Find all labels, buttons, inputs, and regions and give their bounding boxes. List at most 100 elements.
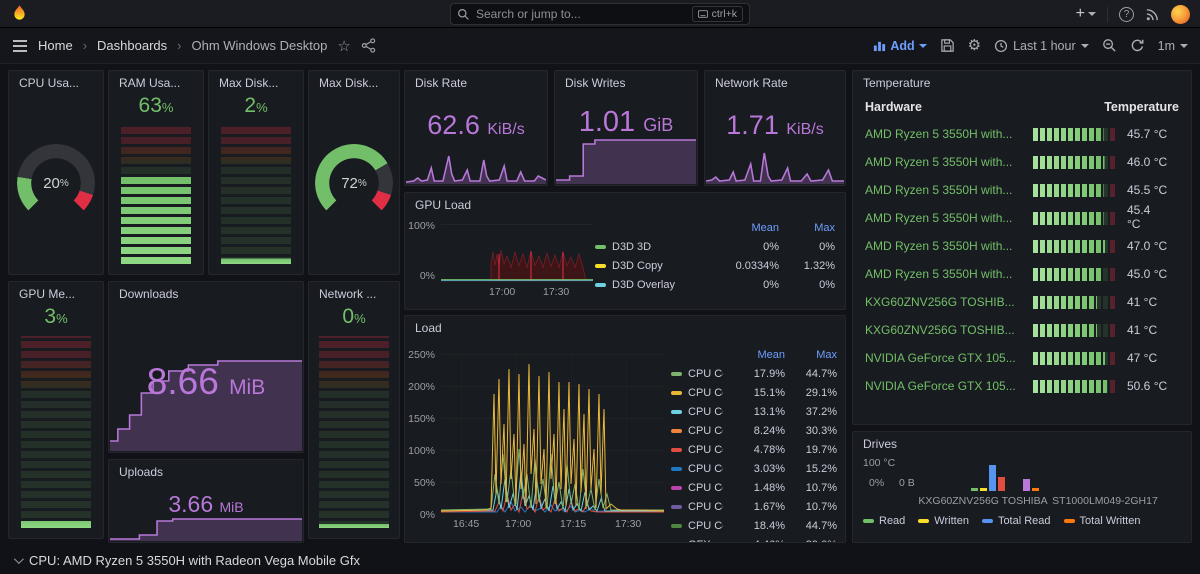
zoom-out-icon[interactable] xyxy=(1102,38,1117,53)
temp-value: 45.0 °C xyxy=(1125,267,1179,281)
panel-title[interactable]: GPU Me... xyxy=(9,282,103,303)
panel-title[interactable]: Uploads xyxy=(109,460,303,481)
hardware-link[interactable]: AMD Ryzen 5 3550H with... xyxy=(865,127,1025,141)
legend-max-header[interactable]: Max xyxy=(785,222,835,234)
panel-title[interactable]: Temperature xyxy=(853,71,1191,92)
grafana-logo-icon[interactable] xyxy=(10,4,29,23)
column-header-hardware[interactable]: Hardware xyxy=(865,100,922,114)
legend-max-header[interactable]: Max xyxy=(791,349,837,361)
series-color-marker xyxy=(863,519,874,523)
add-panel-button[interactable]: Add xyxy=(873,39,926,53)
legend-mean-header[interactable]: Mean xyxy=(729,349,785,361)
clock-icon xyxy=(994,39,1008,53)
panel-title[interactable]: Max Disk... xyxy=(309,71,399,92)
stat-value: 62.6 KiB/s xyxy=(405,110,547,141)
panel-title[interactable]: Disk Writes xyxy=(555,71,697,92)
hardware-link[interactable]: KXG60ZNV256G TOSHIB... xyxy=(865,323,1025,337)
new-menu-button[interactable]: + xyxy=(1076,6,1096,22)
series-color-marker xyxy=(671,410,682,414)
bar-gauge-value: 2% xyxy=(209,94,303,118)
chevron-down-icon xyxy=(1081,44,1089,48)
save-dashboard-icon[interactable] xyxy=(940,38,955,53)
series-name[interactable]: CPU Core Max xyxy=(688,520,723,532)
series-name[interactable]: GFX xyxy=(688,539,723,544)
refresh-interval-dropdown[interactable]: 1m xyxy=(1158,39,1188,53)
panel-gpu-memory: GPU Me... 3% xyxy=(8,281,104,539)
hardware-link[interactable]: KXG60ZNV256G TOSHIB... xyxy=(865,295,1025,309)
series-name: Total Read xyxy=(998,515,1051,527)
series-name[interactable]: D3D 3D xyxy=(612,241,695,253)
drives-chart[interactable]: 100 °C 0% 0 B KXG60ZNV256G TOSHIBA ST100… xyxy=(853,453,1191,542)
hardware-link[interactable]: NVIDIA GeForce GTX 105... xyxy=(865,379,1025,393)
gpu-memory-bar-gauge xyxy=(21,336,91,528)
series-name[interactable]: CPU Core #07 xyxy=(688,482,723,494)
legend-row: GFX 4.46% 29.0% xyxy=(671,535,837,543)
table-row: AMD Ryzen 5 3550H with... 45.5 °C xyxy=(853,176,1191,204)
panel-max-disk-used: Max Disk... 2% xyxy=(208,70,304,275)
series-name[interactable]: CPU Core #01 xyxy=(688,368,723,380)
max-disk-bar-gauge xyxy=(221,125,291,264)
top-bar: ctrl+k + ? xyxy=(0,0,1200,28)
series-mean: 13.1% xyxy=(729,406,785,418)
star-icon[interactable]: ☆ xyxy=(337,37,350,55)
time-range-picker[interactable]: Last 1 hour xyxy=(994,39,1089,53)
series-name[interactable]: D3D Overlay xyxy=(612,279,695,291)
dashboard-settings-icon[interactable]: ⚙ xyxy=(968,38,981,53)
legend-item[interactable]: Read xyxy=(863,515,905,527)
panel-title[interactable]: CPU Usa... xyxy=(9,71,103,92)
series-name[interactable]: CPU Core #04 xyxy=(688,425,723,437)
panel-title[interactable]: RAM Usa... xyxy=(109,71,203,92)
series-name: Read xyxy=(879,515,905,527)
news-icon[interactable] xyxy=(1145,7,1160,22)
panel-title[interactable]: Max Disk... xyxy=(209,71,303,92)
hardware-link[interactable]: AMD Ryzen 5 3550H with... xyxy=(865,183,1025,197)
series-name[interactable]: CPU Core #03 xyxy=(688,406,723,418)
y-axis-tick: 250% xyxy=(405,349,435,361)
breadcrumb-home[interactable]: Home xyxy=(38,38,73,53)
breadcrumb-dashboards[interactable]: Dashboards xyxy=(97,38,167,53)
legend-item[interactable]: Written xyxy=(918,515,969,527)
series-name[interactable]: CPU Core #06 xyxy=(688,463,723,475)
series-name[interactable]: CPU Core #02 xyxy=(688,387,723,399)
legend-row: CPU Core #04 8.24% 30.3% xyxy=(671,421,837,440)
bar-gauge-value: 63% xyxy=(109,94,203,118)
legend-item[interactable]: Total Read xyxy=(982,515,1051,527)
load-legend: Mean Max CPU Core #01 17.9% 44.7% CPU Co… xyxy=(671,345,837,543)
hardware-link[interactable]: AMD Ryzen 5 3550H with... xyxy=(865,155,1025,169)
panel-title[interactable]: Downloads xyxy=(109,282,303,303)
search-shortcut-badge: ctrl+k xyxy=(692,6,743,22)
menu-icon[interactable] xyxy=(12,39,28,53)
hardware-link[interactable]: AMD Ryzen 5 3550H with... xyxy=(865,239,1025,253)
panel-title[interactable]: Network ... xyxy=(309,282,399,303)
plus-icon: + xyxy=(1076,6,1085,22)
share-icon[interactable] xyxy=(361,38,376,53)
panel-title[interactable]: Disk Rate xyxy=(405,71,547,92)
series-name[interactable]: CPU Core #05 xyxy=(688,444,723,456)
panel-title[interactable]: Network Rate xyxy=(705,71,845,92)
legend-mean-header[interactable]: Mean xyxy=(701,222,779,234)
legend-item[interactable]: Total Written xyxy=(1064,515,1141,527)
row-collapse-header[interactable]: CPU: AMD Ryzen 5 3550H with Radeon Vega … xyxy=(0,546,1200,574)
max-disk-gauge: 72% xyxy=(315,144,393,222)
load-plot[interactable] xyxy=(441,354,664,514)
panel-title[interactable]: GPU Load xyxy=(405,193,845,214)
search-box[interactable]: ctrl+k xyxy=(450,3,750,25)
panel-title[interactable]: Load xyxy=(405,316,845,337)
help-icon[interactable]: ? xyxy=(1119,7,1134,22)
panel-title[interactable]: Drives xyxy=(853,432,1191,453)
user-avatar[interactable] xyxy=(1171,5,1190,24)
series-max: 0% xyxy=(785,241,835,253)
hardware-link[interactable]: AMD Ryzen 5 3550H with... xyxy=(865,211,1025,225)
chevron-down-icon xyxy=(919,44,927,48)
bar-total-written xyxy=(1023,479,1030,491)
column-header-temperature[interactable]: Temperature xyxy=(1104,100,1179,114)
series-name[interactable]: D3D Copy xyxy=(612,260,695,272)
search-input[interactable] xyxy=(476,7,686,21)
refresh-icon[interactable] xyxy=(1130,38,1145,53)
hardware-link[interactable]: NVIDIA GeForce GTX 105... xyxy=(865,351,1025,365)
series-mean: 0.0334% xyxy=(701,260,779,272)
gpu-load-plot[interactable] xyxy=(441,224,593,282)
series-name[interactable]: CPU Core #08 xyxy=(688,501,723,513)
panel-drives: Drives 100 °C 0% 0 B KXG60ZNV256G TOSHIB… xyxy=(852,431,1192,543)
hardware-link[interactable]: AMD Ryzen 5 3550H with... xyxy=(865,267,1025,281)
